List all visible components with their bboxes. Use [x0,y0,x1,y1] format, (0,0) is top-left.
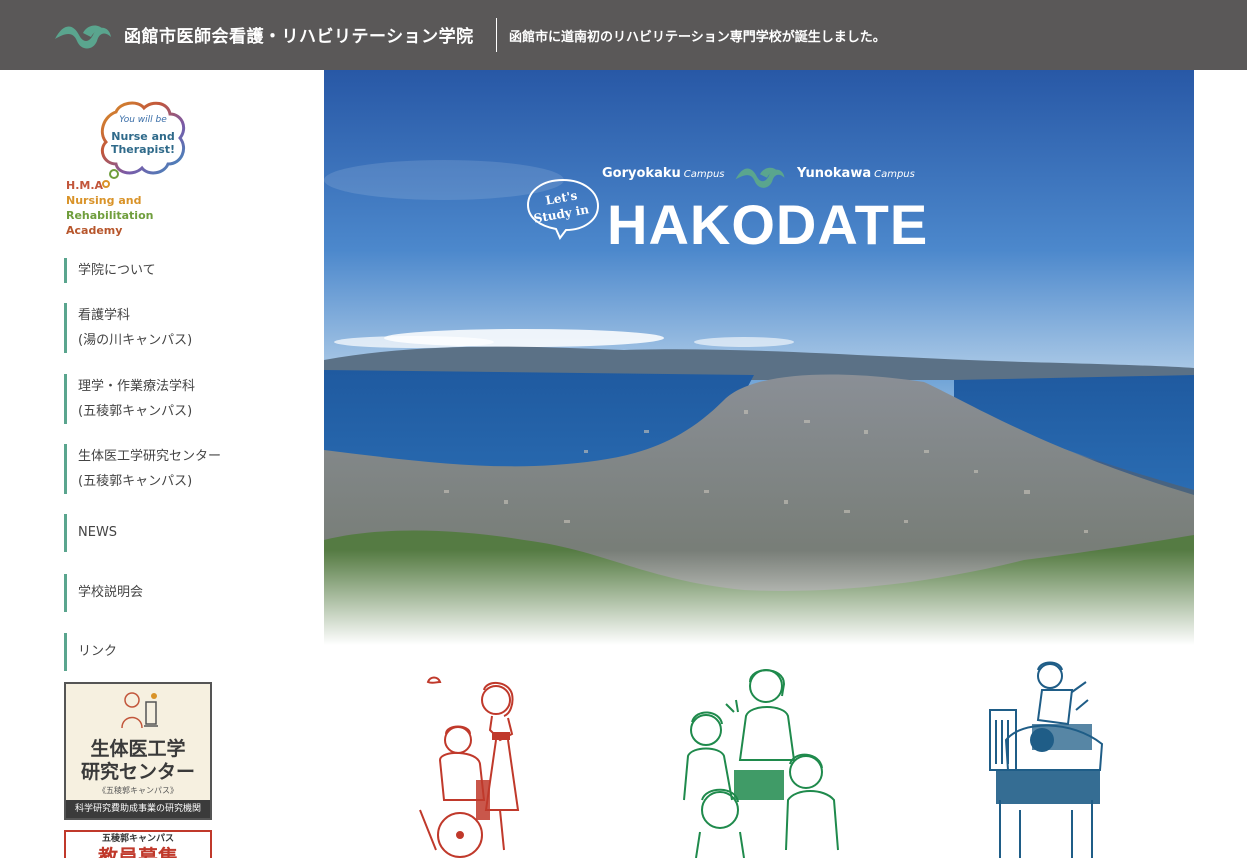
rehabilitation-illustration[interactable] [676,660,846,858]
nav-item-about[interactable]: 学院について [64,258,156,283]
nav-item-news[interactable]: NEWS [64,514,117,552]
bubble-line2: Nurse and [111,130,174,143]
nav-item-nursing[interactable]: 看護学科 (湯の川キャンパス) [64,303,192,353]
nav-item-label: 学院について [78,263,156,278]
hakodate-cityscape [324,70,1194,645]
goryokaku-campus-label: Goryokaku Campus [602,166,725,181]
academy-line1: H.M.A [66,179,104,192]
banner-title: 生体医工学 研究センター [66,738,210,784]
bubble-line1: You will be [119,115,167,125]
nav-item-sub: (五稜郭キャンパス) [78,474,193,489]
academy-line3: Rehabilitation [66,209,154,222]
campus-right: Yunokawa [797,166,872,181]
recruitment-campus: 五稜郭キャンパス [101,834,174,844]
lets-study-bubble: Let's Study in [526,178,600,240]
research-illustration[interactable] [982,660,1112,858]
sidebar: You will be Nurse and Therapist! H.M.A N… [0,70,324,858]
banner-footer: 科学研究費助成事業の研究機関 [66,800,210,818]
wave-logo-icon[interactable] [53,19,113,51]
nav-item-label: 理学・作業療法学科 [78,379,196,394]
research-center-banner[interactable]: 生体医工学 研究センター 《五稜郭キャンパス》 科学研究費助成事業の研究機関 [64,682,212,820]
bubble-line3: Therapist! [111,143,175,156]
recruitment-banner[interactable]: 五稜郭キャンパス 教員募集 [64,830,212,858]
hero-title: HAKODATE [607,193,929,256]
nav-item-links[interactable]: リンク [64,633,117,671]
nav-item-sub: (湯の川キャンパス) [78,333,193,348]
academy-line4: Academy [66,224,123,237]
hero-image: Let's Study in Goryokaku Campus Yunokawa C… [324,70,1194,645]
wave-logo-icon [735,167,785,188]
nav-item-label: 生体医工学研究センター [78,449,222,464]
campus-left-sub: Campus [683,169,725,180]
yunokawa-campus-label: Yunokawa Campus [797,166,915,181]
header-divider [496,18,497,52]
site-title[interactable]: 函館市医師会看護・リハビリテーション学院 [124,22,474,47]
banner-title-line2: 研究センター [80,761,195,783]
banner-title-line1: 生体医工学 [90,738,186,760]
academy-line2: Nursing and [66,194,142,207]
nav-item-info-session[interactable]: 学校説明会 [64,574,143,612]
nav-item-label: NEWS [78,525,118,540]
campus-left: Goryokaku [602,166,681,181]
scientist-illustration-icon [121,692,158,729]
lets-line2: Study in [533,202,591,226]
recruitment-title: 教員募集 [98,845,178,858]
nav-item-sub: (五稜郭キャンパス) [78,404,193,419]
nav-item-research-center[interactable]: 生体医工学研究センター (五稜郭キャンパス) [64,444,221,494]
nav-item-rehabilitation[interactable]: 理学・作業療法学科 (五稜郭キャンパス) [64,374,195,424]
site-header: 函館市医師会看護・リハビリテーション学院 函館市に道南初のリハビリテーション専門… [0,0,1247,70]
nursing-illustration[interactable] [400,660,530,858]
campus-right-sub: Campus [874,169,915,180]
banner-campus: 《五稜郭キャンパス》 [98,786,178,795]
nav-item-label: 看護学科 [78,308,131,323]
academy-name: H.M.A Nursing and Rehabilitation Academy [66,178,153,238]
nav-item-label: リンク [78,644,118,659]
nav-item-label: 学校説明会 [78,585,144,600]
header-tagline: 函館市に道南初のリハビリテーション専門学校が誕生しました。 [509,30,886,45]
